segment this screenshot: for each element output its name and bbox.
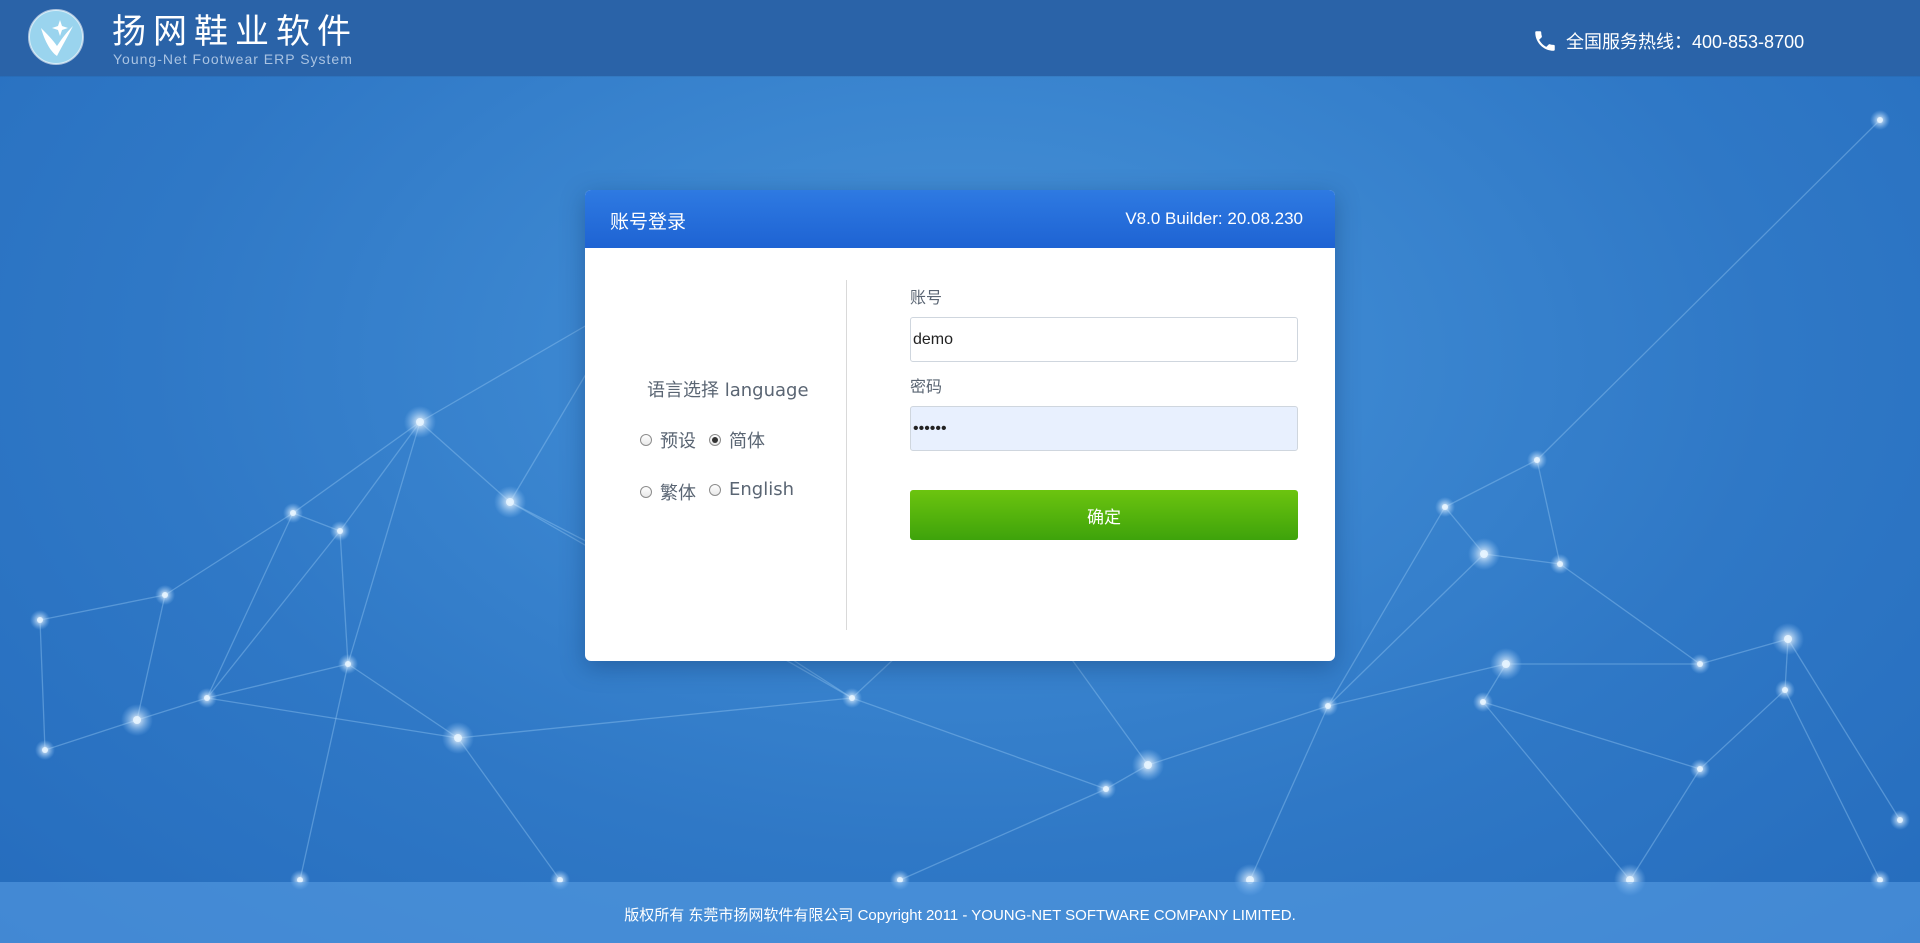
language-label-english: English: [729, 479, 794, 500]
network-line: [457, 737, 561, 881]
language-option-default[interactable]: 预设: [640, 427, 696, 453]
network-line: [39, 619, 46, 751]
login-panel-header: 账号登录 V8.0 Builder: 20.08.230: [585, 190, 1335, 248]
footer: 版权所有 东莞市扬网软件有限公司 Copyright 2011 - YOUNG-…: [0, 882, 1920, 943]
network-line: [457, 697, 853, 739]
network-line: [1327, 553, 1485, 707]
panel-divider: [846, 280, 847, 630]
network-line: [419, 421, 511, 503]
network-line: [1629, 768, 1701, 881]
brand-title: 扬网鞋业软件: [112, 12, 358, 52]
network-line: [1482, 701, 1701, 770]
radio-english[interactable]: [709, 483, 721, 496]
account-input[interactable]: [910, 317, 1298, 362]
network-node-core: [1697, 766, 1703, 772]
network-node-core: [37, 617, 43, 623]
network-node-core: [42, 747, 48, 753]
network-node-core: [1782, 687, 1788, 693]
password-input[interactable]: [910, 406, 1298, 451]
network-line: [899, 788, 1107, 881]
network-node-core: [454, 734, 462, 742]
network-line: [1444, 459, 1538, 508]
password-label: 密码: [910, 377, 943, 396]
service-hotline: 全国服务热线：400-853-8700: [1532, 26, 1804, 56]
network-node-core: [849, 695, 855, 701]
language-title: 语言选择 language: [647, 380, 809, 401]
network-line: [1147, 705, 1329, 766]
network-line: [1327, 506, 1446, 707]
network-node-core: [1897, 817, 1903, 823]
network-node-core: [1784, 635, 1792, 643]
network-line: [339, 421, 421, 532]
language-option-english[interactable]: English: [709, 479, 794, 500]
network-line: [1699, 689, 1786, 770]
network-node-core: [1697, 661, 1703, 667]
network-line: [347, 421, 421, 665]
brand-logo-icon: [28, 9, 84, 65]
language-option-traditional[interactable]: 繁体: [640, 479, 696, 505]
login-title: 账号登录: [610, 211, 687, 233]
network-line: [339, 530, 349, 665]
network-node-core: [1480, 699, 1486, 705]
network-line: [1536, 119, 1881, 461]
network-node-core: [1325, 703, 1331, 709]
network-node-core: [1557, 561, 1563, 567]
network-node-core: [290, 510, 296, 516]
network-line: [1536, 459, 1561, 565]
network-line: [206, 663, 349, 699]
network-node-core: [1502, 660, 1510, 668]
network-line: [851, 697, 1107, 790]
network-line: [1784, 689, 1881, 881]
radio-traditional[interactable]: [640, 486, 652, 498]
brand-subtitle: Young-Net Footwear ERP System: [113, 51, 353, 67]
language-label-traditional: 繁体: [660, 483, 696, 504]
network-node-core: [133, 716, 141, 724]
network-node-core: [1877, 117, 1883, 123]
top-header: 扬网鞋业软件 Young-Net Footwear ERP System 全国服…: [0, 0, 1920, 76]
network-line: [1482, 701, 1631, 881]
network-node-core: [1534, 457, 1540, 463]
network-line: [299, 663, 349, 881]
network-node-core: [1103, 786, 1109, 792]
copyright-text: 版权所有 东莞市扬网软件有限公司 Copyright 2011 - YOUNG-…: [624, 907, 1296, 924]
network-node-core: [337, 528, 343, 534]
network-node-core: [162, 592, 168, 598]
hotline-text: 全国服务热线：400-853-8700: [1566, 32, 1805, 52]
network-line: [1249, 705, 1329, 881]
radio-default[interactable]: [640, 434, 652, 446]
network-line: [347, 663, 459, 739]
network-node-core: [204, 695, 210, 701]
network-line: [292, 421, 421, 514]
network-line: [39, 594, 166, 621]
network-node-core: [416, 418, 424, 426]
version-label: V8.0 Builder: 20.08.230: [1125, 209, 1303, 228]
login-panel: 账号登录 V8.0 Builder: 20.08.230 语言选择 langua…: [585, 190, 1335, 661]
radio-simplified[interactable]: [709, 434, 721, 446]
network-node-core: [1480, 550, 1488, 558]
network-node-core: [1442, 504, 1448, 510]
language-label-default: 预设: [660, 431, 696, 452]
confirm-button[interactable]: 确定: [910, 490, 1298, 540]
phone-icon: [1535, 31, 1555, 51]
account-label: 账号: [910, 288, 943, 307]
network-line: [136, 594, 166, 721]
network-node-core: [1144, 761, 1152, 769]
network-line: [1559, 563, 1701, 665]
language-label-simplified: 简体: [729, 431, 765, 452]
network-node-core: [345, 661, 351, 667]
network-node-core: [506, 498, 514, 506]
language-option-simplified[interactable]: 简体: [709, 427, 765, 453]
